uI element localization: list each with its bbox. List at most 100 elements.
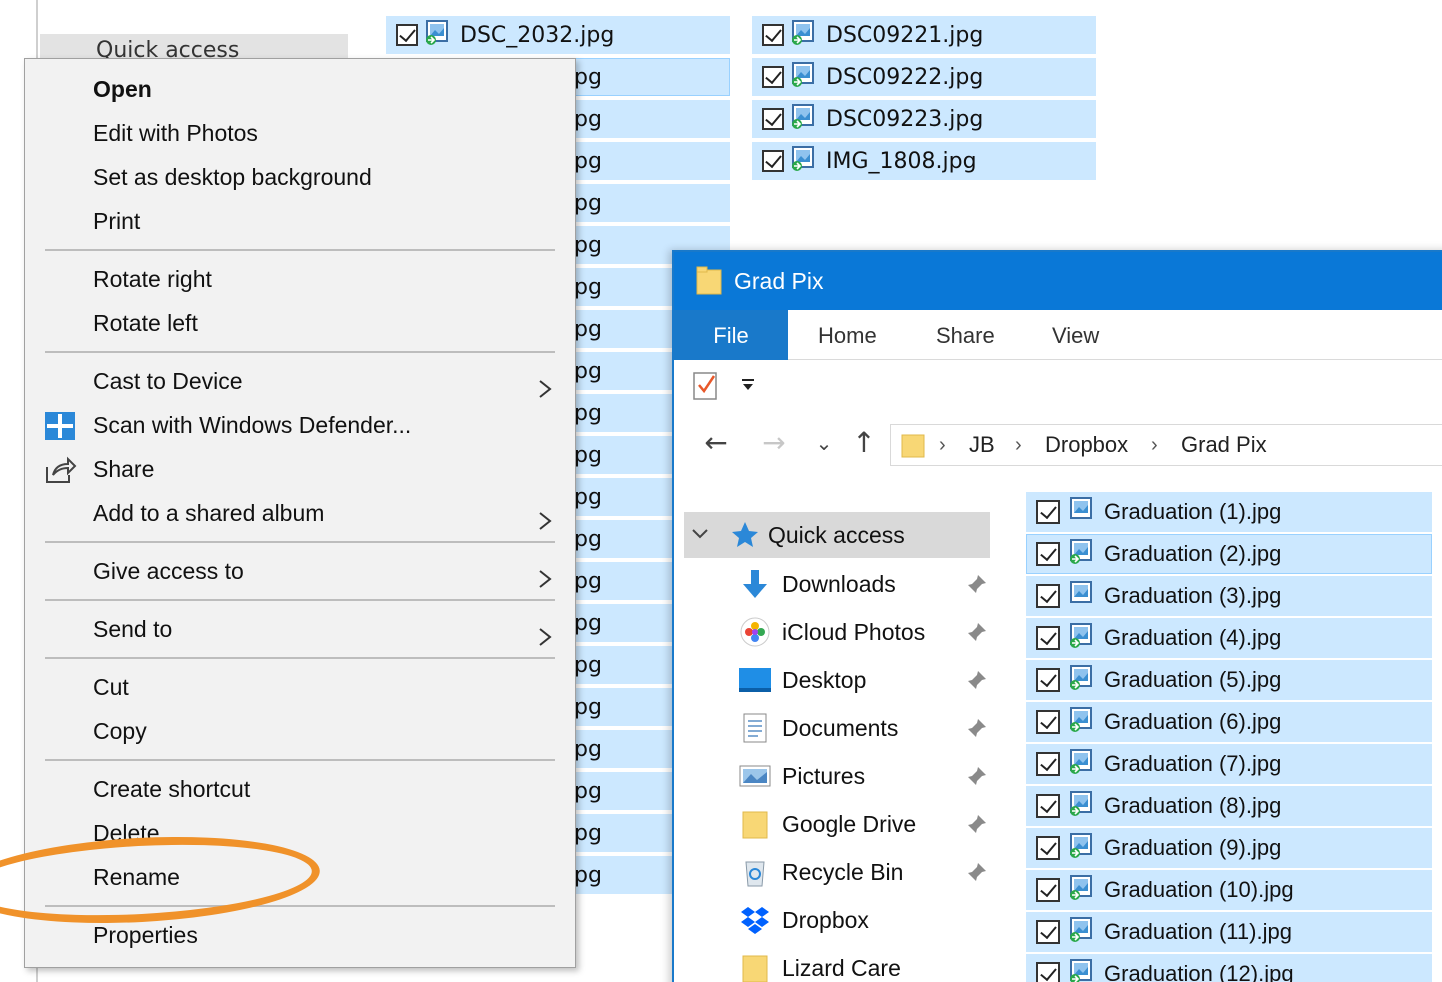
file-row[interactable]: Graduation (5).jpg: [1026, 660, 1432, 700]
back-arrow-icon[interactable]: ←: [700, 428, 732, 458]
nav-item-pictures[interactable]: Pictures: [738, 752, 988, 800]
menu-item-cut[interactable]: Cut: [25, 667, 575, 707]
checkbox-icon[interactable]: [1036, 500, 1060, 524]
up-arrow-icon[interactable]: ↑: [848, 428, 880, 458]
background-file-row[interactable]: DSC_2032.jpg: [386, 16, 730, 54]
quick-access-row[interactable]: Quick access: [684, 512, 990, 558]
file-row[interactable]: Graduation (8).jpg: [1026, 786, 1432, 826]
checkbox-icon[interactable]: [1036, 542, 1060, 566]
title-bar[interactable]: Grad Pix: [674, 252, 1442, 310]
checkbox-icon[interactable]: [762, 150, 784, 172]
checkbox-icon[interactable]: [1036, 626, 1060, 650]
menu-item-delete[interactable]: Delete: [25, 813, 575, 853]
file-row[interactable]: Graduation (11).jpg: [1026, 912, 1432, 952]
tab-file[interactable]: File: [674, 310, 788, 360]
breadcrumb-grad-pix[interactable]: Grad Pix: [1181, 425, 1267, 465]
tab-home[interactable]: Home: [818, 310, 877, 360]
pin-icon[interactable]: [966, 573, 988, 595]
menu-item-properties[interactable]: Properties: [25, 915, 575, 955]
menu-item-create-shortcut[interactable]: Create shortcut: [25, 769, 575, 809]
menu-item-copy[interactable]: Copy: [25, 711, 575, 751]
file-row[interactable]: Graduation (6).jpg: [1026, 702, 1432, 742]
collapse-chevron-icon[interactable]: [690, 524, 710, 548]
checkbox-icon[interactable]: [762, 108, 784, 130]
pin-icon[interactable]: [966, 813, 988, 835]
background-file-row[interactable]: DSC09222.jpg: [752, 58, 1096, 96]
checkbox-icon[interactable]: [1036, 878, 1060, 902]
checkbox-icon[interactable]: [1036, 836, 1060, 860]
file-row[interactable]: Graduation (9).jpg: [1026, 828, 1432, 868]
menu-item-share[interactable]: Share: [25, 449, 575, 489]
tab-share[interactable]: Share: [936, 310, 995, 360]
checkbox-icon[interactable]: [1036, 962, 1060, 982]
file-row[interactable]: Graduation (1).jpg: [1026, 492, 1432, 532]
ribbon-tabs: File Home Share View: [674, 310, 1442, 360]
file-row[interactable]: Graduation (2).jpg: [1026, 534, 1432, 574]
nav-item-desktop[interactable]: Desktop: [738, 656, 988, 704]
submenu-chevron-icon: [537, 503, 553, 523]
menu-item-open[interactable]: Open: [25, 69, 575, 109]
file-row[interactable]: Graduation (7).jpg: [1026, 744, 1432, 784]
background-file-name-fragment: pg: [574, 527, 602, 552]
background-file-row[interactable]: DSC09223.jpg: [752, 100, 1096, 138]
background-quick-access-row[interactable]: Quick access: [40, 34, 348, 60]
checkbox-icon[interactable]: [1036, 752, 1060, 776]
pin-icon[interactable]: [966, 621, 988, 643]
pin-icon[interactable]: [966, 861, 988, 883]
checkbox-icon[interactable]: [396, 24, 418, 46]
menu-item-rotate-left[interactable]: Rotate left: [25, 303, 575, 343]
checkbox-icon[interactable]: [1036, 794, 1060, 818]
menu-item-rotate-right[interactable]: Rotate right: [25, 259, 575, 299]
menu-item-give-access-to[interactable]: Give access to: [25, 551, 575, 591]
file-name: Graduation (2).jpg: [1104, 541, 1281, 567]
pin-icon[interactable]: [966, 669, 988, 691]
checkbox-icon[interactable]: [1036, 920, 1060, 944]
folder-icon: [738, 808, 772, 840]
nav-item-icloud-photos[interactable]: iCloud Photos: [738, 608, 988, 656]
nav-item-downloads[interactable]: Downloads: [738, 560, 988, 608]
file-row[interactable]: Graduation (4).jpg: [1026, 618, 1432, 658]
nav-item-recycle-bin[interactable]: Recycle Bin: [738, 848, 988, 896]
checkbox-icon[interactable]: [762, 24, 784, 46]
background-file-row[interactable]: IMG_1808.jpg: [752, 142, 1096, 180]
customize-toolbar-dropdown-icon[interactable]: [740, 376, 756, 396]
pin-icon[interactable]: [966, 765, 988, 787]
menu-item-rename[interactable]: Rename: [25, 857, 575, 897]
menu-item-add-to-a-shared-album[interactable]: Add to a shared album: [25, 493, 575, 533]
nav-item-lizard-care[interactable]: Lizard Care: [738, 944, 988, 982]
icloud-photos-icon: [738, 616, 772, 648]
nav-item-documents[interactable]: Documents: [738, 704, 988, 752]
forward-arrow-icon[interactable]: →: [758, 428, 790, 458]
menu-item-edit-with-photos[interactable]: Edit with Photos: [25, 113, 575, 153]
menu-item-send-to[interactable]: Send to: [25, 609, 575, 649]
menu-item-cast-to-device[interactable]: Cast to Device: [25, 361, 575, 401]
checkbox-icon[interactable]: [1036, 584, 1060, 608]
file-row[interactable]: Graduation (12).jpg: [1026, 954, 1432, 982]
menu-item-print[interactable]: Print: [25, 201, 575, 241]
menu-item-scan-with-windows-defender[interactable]: Scan with Windows Defender...: [25, 405, 575, 445]
checkbox-icon[interactable]: [1036, 668, 1060, 692]
file-row[interactable]: Graduation (10).jpg: [1026, 870, 1432, 910]
file-name: Graduation (7).jpg: [1104, 751, 1281, 777]
file-row[interactable]: Graduation (3).jpg: [1026, 576, 1432, 616]
image-file-icon: [1068, 790, 1094, 822]
background-file-row[interactable]: DSC09221.jpg: [752, 16, 1096, 54]
menu-item-set-as-desktop-background[interactable]: Set as desktop background: [25, 157, 575, 197]
checkbox-icon[interactable]: [762, 66, 784, 88]
nav-item-google-drive[interactable]: Google Drive: [738, 800, 988, 848]
pin-icon[interactable]: [966, 717, 988, 739]
nav-item-dropbox[interactable]: Dropbox: [738, 896, 988, 944]
address-bar[interactable]: › JB › Dropbox › Grad Pix: [890, 424, 1442, 466]
breadcrumb-dropbox[interactable]: Dropbox: [1045, 425, 1128, 465]
grad-pix-explorer-window: Grad Pix File Home Share View ← → ⌄ ↑: [672, 250, 1442, 982]
properties-check-icon[interactable]: [692, 370, 720, 406]
breadcrumb-jb[interactable]: JB: [969, 425, 995, 465]
file-name: Graduation (12).jpg: [1104, 961, 1294, 982]
recent-locations-chevron-icon[interactable]: ⌄: [808, 428, 840, 458]
tab-view[interactable]: View: [1052, 310, 1099, 360]
background-file-name-fragment: pg: [574, 737, 602, 762]
checkbox-icon[interactable]: [1036, 710, 1060, 734]
image-file-icon: [1068, 874, 1094, 906]
image-file-icon: [1068, 748, 1094, 780]
nav-item-label: Lizard Care: [782, 944, 901, 982]
